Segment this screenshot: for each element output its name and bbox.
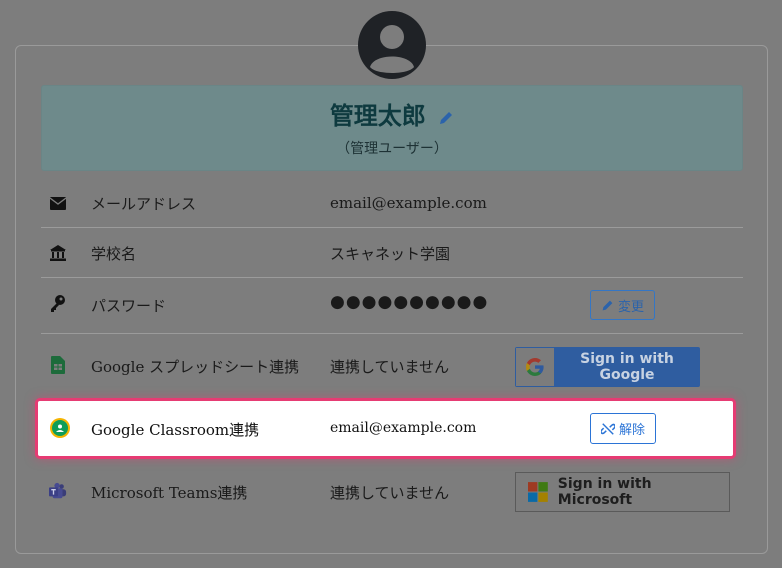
- email-value: email@example.com: [330, 194, 487, 212]
- password-label: パスワード: [91, 297, 167, 315]
- school-label: 学校名: [91, 245, 137, 263]
- change-password-label: 変更: [617, 299, 644, 315]
- row-microsoft-teams: Microsoft Teams連携 連携していません Sign in with …: [41, 462, 743, 522]
- sign-in-with-microsoft-button[interactable]: Sign in with Microsoft: [515, 472, 730, 512]
- row-password: パスワード ●●●●●●●●●● 変更: [41, 278, 743, 334]
- school-value: スキャネット学園: [330, 245, 451, 263]
- google-sheets-label: Google スプレッドシート連携: [91, 358, 300, 376]
- profile-header: 管理太郎 （管理ユーザー）: [41, 85, 743, 171]
- change-password-button[interactable]: 変更: [590, 290, 655, 320]
- avatar-icon: [358, 11, 426, 79]
- google-sheets-value: 連携していません: [330, 358, 450, 376]
- pencil-icon: [602, 300, 613, 310]
- key-icon: [49, 295, 67, 313]
- school-icon: [49, 244, 67, 262]
- sign-in-with-google-button[interactable]: Sign in with Google: [515, 347, 700, 387]
- google-sheets-icon: [49, 356, 67, 374]
- sign-in-with-google-label: Sign in with Google: [580, 351, 674, 383]
- sign-in-with-microsoft-label: Sign in with Microsoft: [557, 476, 652, 508]
- row-email: メールアドレス email@example.com: [41, 178, 743, 228]
- user-name: 管理太郎: [329, 101, 426, 130]
- unlink-label: 解除: [618, 423, 645, 438]
- row-google-classroom: Google Classroom連携 email@example.com 解除: [35, 398, 736, 459]
- password-value: ●●●●●●●●●●: [330, 292, 489, 312]
- microsoft-logo-icon: [528, 482, 548, 502]
- row-school: 学校名 スキャネット学園: [41, 228, 743, 278]
- microsoft-teams-icon: [49, 482, 67, 500]
- google-logo-icon: [516, 348, 554, 386]
- microsoft-teams-label: Microsoft Teams連携: [91, 484, 248, 502]
- unlink-icon: [600, 422, 615, 435]
- google-classroom-label: Google Classroom連携: [91, 421, 260, 439]
- google-classroom-value: email@example.com: [330, 420, 477, 436]
- google-classroom-icon: [50, 418, 70, 442]
- edit-name-pencil-icon[interactable]: [438, 103, 454, 132]
- unlink-google-classroom-button[interactable]: 解除: [590, 413, 656, 444]
- microsoft-teams-value: 連携していません: [330, 484, 450, 502]
- row-google-sheets: Google スプレッドシート連携 連携していません Sign in with …: [41, 334, 743, 396]
- user-role: （管理ユーザー）: [336, 141, 448, 157]
- email-label: メールアドレス: [91, 195, 197, 213]
- envelope-icon: [49, 194, 67, 212]
